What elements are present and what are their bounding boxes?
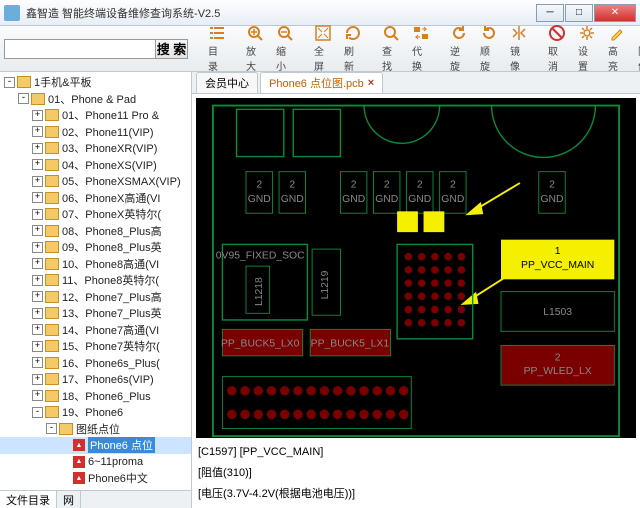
maximize-button[interactable]: □ [565, 4, 593, 22]
resistance-button[interactable]: 阻值 [632, 22, 640, 75]
svg-text:2: 2 [351, 180, 357, 191]
left-panel: -1手机&平板-01、Phone & Pad+01、Phone11 Pro &+… [0, 72, 192, 508]
svg-text:PP_WLED_LX: PP_WLED_LX [524, 366, 592, 377]
left-tab-files[interactable]: 文件目录 [0, 491, 57, 508]
tree-item[interactable]: +10、Phone8高通(VI [0, 256, 191, 273]
device-tree[interactable]: -1手机&平板-01、Phone & Pad+01、Phone11 Pro &+… [0, 72, 191, 490]
zoom-in-button[interactable]: 放大 [240, 22, 270, 75]
tree-item[interactable]: +12、Phone7_Plus高 [0, 289, 191, 306]
svg-text:PP_VCC_MAIN: PP_VCC_MAIN [521, 260, 594, 271]
mirror-button[interactable]: 镜像 [504, 22, 534, 75]
search-button[interactable]: 搜 索 [155, 40, 187, 58]
tree-item[interactable]: +08、Phone8_Plus高 [0, 223, 191, 240]
svg-text:0V95_FIXED_SOC: 0V95_FIXED_SOC [216, 251, 305, 262]
tree-item[interactable]: +11、Phone8英特尔( [0, 272, 191, 289]
search-input[interactable] [5, 40, 155, 58]
svg-text:GND: GND [281, 194, 304, 205]
tree-item[interactable]: +03、PhoneXR(VIP) [0, 140, 191, 157]
window-title: 鑫智造 智能终端设备维修查询系统-V2.5 [26, 5, 536, 21]
svg-text:2: 2 [289, 180, 295, 191]
tree-item[interactable]: ▲Phone6中文 [0, 470, 191, 487]
tree-item[interactable]: +15、Phone7英特尔( [0, 338, 191, 355]
close-button[interactable]: ✕ [594, 4, 636, 22]
svg-text:1: 1 [555, 246, 561, 257]
tree-item[interactable]: +06、PhoneX高通(VI [0, 190, 191, 207]
info-line2: [阻值(310)] [198, 463, 634, 484]
tree-item[interactable]: +05、PhoneXSMAX(VIP) [0, 173, 191, 190]
svg-text:GND: GND [408, 194, 431, 205]
search-box: 搜 索 [4, 39, 188, 59]
fullscreen-button[interactable]: 全屏 [308, 22, 338, 75]
info-bar: [C1597] [PP_VCC_MAIN] [阻值(310)] [电压(3.7V… [196, 442, 636, 506]
highlight-button[interactable]: 高亮 [602, 22, 632, 75]
svg-text:2: 2 [256, 180, 262, 191]
tree-item[interactable]: +14、Phone7高通(VI [0, 322, 191, 339]
pcb-viewer[interactable]: GND 2 GND 2 GND 2 GND 2 GND 2 GND 2 GND 2 1 PP_VCC_MA… [192, 94, 640, 508]
svg-text:2: 2 [549, 180, 555, 191]
close-tab-icon[interactable]: × [368, 77, 374, 89]
minimize-button[interactable]: ─ [536, 4, 564, 22]
toolbar: 搜 索 目录 放大 缩小 全屏 刷新 查找 代换 逆旋 顺旋 镜像 取消 设置 … [0, 26, 640, 72]
tree-item[interactable]: +09、Phone8_Plus英 [0, 239, 191, 256]
refresh-button[interactable]: 刷新 [338, 22, 368, 75]
svg-text:2: 2 [450, 180, 456, 191]
svg-text:L1219: L1219 [320, 270, 331, 299]
tree-item[interactable]: -图纸点位 [0, 421, 191, 438]
rotate-ccw-button[interactable]: 逆旋 [444, 22, 474, 75]
tree-item[interactable]: -01、Phone & Pad [0, 91, 191, 108]
tab-pcb[interactable]: Phone6 点位图.pcb× [260, 72, 383, 93]
svg-text:PP_BUCK5_LX1: PP_BUCK5_LX1 [311, 338, 390, 349]
svg-text:2: 2 [384, 180, 390, 191]
info-line3: [电压(3.7V-4.2V(根据电池电压))] [198, 484, 634, 505]
svg-text:GND: GND [441, 194, 464, 205]
tree-item[interactable]: +04、PhoneXS(VIP) [0, 157, 191, 174]
toc-button[interactable]: 目录 [202, 22, 232, 75]
app-icon [4, 5, 20, 21]
tree-item[interactable]: +01、Phone11 Pro & [0, 107, 191, 124]
info-line1: [C1597] [PP_VCC_MAIN] [198, 442, 634, 463]
left-tab-net[interactable]: 网 [57, 491, 81, 508]
tree-item[interactable]: +17、Phone6s(VIP) [0, 371, 191, 388]
settings-button[interactable]: 设置 [572, 22, 602, 75]
tree-item[interactable]: -19、Phone6 [0, 404, 191, 421]
find-button[interactable]: 查找 [376, 22, 406, 75]
cancel-button[interactable]: 取消 [542, 22, 572, 75]
tree-item[interactable]: +02、Phone11(VIP) [0, 124, 191, 141]
svg-text:2: 2 [555, 353, 561, 364]
replace-button[interactable]: 代换 [406, 22, 436, 75]
right-panel: 会员中心 Phone6 点位图.pcb× GND2GND2GND2GND2GND… [192, 72, 640, 508]
svg-text:GND: GND [248, 194, 271, 205]
svg-text:2: 2 [417, 180, 423, 191]
zoom-out-button[interactable]: 缩小 [270, 22, 300, 75]
tree-item[interactable]: +07、PhoneX英特尔( [0, 206, 191, 223]
rotate-cw-button[interactable]: 顺旋 [474, 22, 504, 75]
svg-text:GND: GND [375, 194, 398, 205]
svg-text:GND: GND [540, 194, 563, 205]
svg-text:PP_BUCK5_LX0: PP_BUCK5_LX0 [221, 338, 300, 349]
tree-item[interactable]: +13、Phone7_Plus英 [0, 305, 191, 322]
tree-item[interactable]: +16、Phone6s_Plus( [0, 355, 191, 372]
svg-text:L1503: L1503 [543, 307, 572, 318]
tree-item[interactable]: ▲Phone6 点位 [0, 437, 191, 454]
tab-member[interactable]: 会员中心 [196, 72, 258, 93]
pcb-canvas: GND 2 GND 2 GND 2 GND 2 GND 2 GND 2 GND 2 1 PP_VCC_MA… [196, 98, 636, 438]
tree-item[interactable]: +18、Phone6_Plus [0, 388, 191, 405]
tree-item[interactable]: ▲6~11proma [0, 454, 191, 471]
tree-item[interactable]: -1手机&平板 [0, 74, 191, 91]
svg-text:L1218: L1218 [254, 277, 265, 306]
svg-text:GND: GND [342, 194, 365, 205]
